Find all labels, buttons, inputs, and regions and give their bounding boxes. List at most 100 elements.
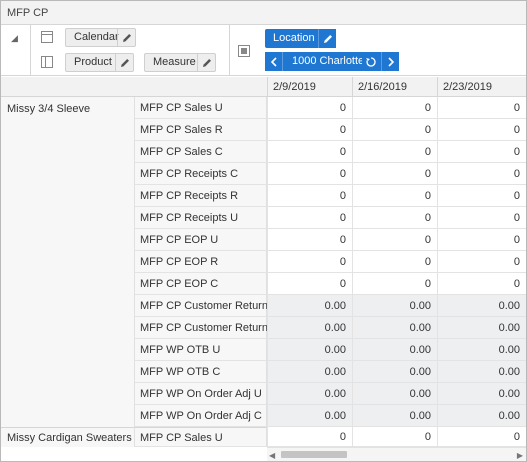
data-cell[interactable]: 0 [267, 229, 352, 251]
scroll-right-icon[interactable]: ▶ [517, 451, 523, 460]
measure-label[interactable]: MFP WP On Order Adj U [135, 383, 267, 405]
data-cell[interactable]: 0 [437, 185, 526, 207]
column-header[interactable]: 2/16/2019 [352, 77, 437, 97]
edit-pencil-icon[interactable] [115, 54, 133, 71]
data-cell[interactable]: 0 [437, 97, 526, 119]
column-header[interactable]: 2/23/2019 [437, 77, 526, 97]
row-group-label[interactable]: Missy 3/4 Sleeve [1, 97, 135, 427]
data-cell[interactable]: 0 [267, 251, 352, 273]
data-cell[interactable]: 0 [352, 251, 437, 273]
data-cell[interactable]: 0.00 [352, 405, 437, 427]
data-cell[interactable]: 0.00 [267, 295, 352, 317]
table-row: MFP CP EOP R 0 0 0 [135, 251, 526, 273]
data-cell[interactable]: 0 [352, 427, 437, 447]
data-cell[interactable]: 0 [267, 207, 352, 229]
collapse-triangle-icon[interactable]: ◢ [11, 33, 18, 44]
data-cell[interactable]: 0.00 [267, 339, 352, 361]
mfp-cp-window: MFP CP ◢ Calendar Product Measure Locati… [0, 0, 527, 462]
data-cell[interactable]: 0 [437, 119, 526, 141]
measure-label[interactable]: MFP CP Customer Returns R [135, 317, 284, 339]
data-cell[interactable]: 0 [267, 273, 352, 295]
reset-icon[interactable] [362, 52, 380, 71]
data-cell[interactable]: 0.00 [437, 361, 526, 383]
data-cell[interactable]: 0 [437, 163, 526, 185]
data-cell[interactable]: 0 [267, 141, 352, 163]
data-cell[interactable]: 0 [267, 427, 352, 447]
title-bar: MFP CP [1, 1, 526, 25]
data-cell[interactable]: 0 [352, 207, 437, 229]
measure-label[interactable]: MFP CP EOP U [135, 229, 267, 251]
measure-label[interactable]: MFP CP EOP C [135, 273, 267, 295]
data-cell[interactable]: 0 [267, 97, 352, 119]
pivot-panel: ◢ Calendar Product Measure Location 1000… [1, 25, 526, 76]
edit-pencil-icon[interactable] [117, 29, 135, 46]
data-cell[interactable]: 0 [437, 141, 526, 163]
data-cell[interactable]: 0 [437, 251, 526, 273]
data-cell[interactable]: 0 [437, 427, 526, 447]
data-cell[interactable]: 0.00 [352, 339, 437, 361]
data-cell[interactable]: 0 [352, 119, 437, 141]
data-cell[interactable]: 0 [267, 163, 352, 185]
data-cell[interactable]: 0.00 [352, 383, 437, 405]
data-cell[interactable]: 0 [352, 141, 437, 163]
data-cell[interactable]: 0.00 [352, 295, 437, 317]
measure-label[interactable]: MFP CP Receipts R [135, 185, 267, 207]
edit-pencil-icon[interactable] [318, 29, 336, 48]
location-value[interactable]: 1000 Charlotte [292, 52, 364, 71]
data-cell[interactable]: 0.00 [267, 405, 352, 427]
row-axis-icon [41, 56, 53, 68]
data-cell[interactable]: 0.00 [267, 383, 352, 405]
data-cell[interactable]: 0 [352, 163, 437, 185]
data-cell[interactable]: 0.00 [437, 405, 526, 427]
measure-label[interactable]: MFP CP Sales C [135, 141, 267, 163]
data-cell[interactable]: 0 [437, 273, 526, 295]
table-row: MFP CP Customer Returns R 0.00 0.00 0.00 [135, 317, 526, 339]
data-cell[interactable]: 0.00 [352, 317, 437, 339]
measure-label[interactable]: MFP CP Sales U [135, 97, 267, 119]
column-header[interactable]: 2/9/2019 [267, 77, 352, 97]
measure-label[interactable]: MFP CP Receipts C [135, 163, 267, 185]
product-tile-label: Product [74, 56, 112, 68]
data-cell[interactable]: 0.00 [437, 317, 526, 339]
data-cell[interactable]: 0 [437, 229, 526, 251]
edit-pencil-icon[interactable] [197, 54, 215, 71]
data-cell[interactable]: 0.00 [437, 339, 526, 361]
data-cell[interactable]: 0.00 [267, 361, 352, 383]
horizontal-scrollbar[interactable]: ◀ ▶ [267, 447, 526, 461]
measure-label[interactable]: MFP CP EOP R [135, 251, 267, 273]
data-cell[interactable]: 0 [352, 185, 437, 207]
product-tile[interactable]: Product [65, 53, 134, 72]
location-selector: 1000 Charlotte [265, 52, 399, 71]
column-axis-icon [238, 45, 250, 57]
table-row: MFP CP EOP C 0 0 0 [135, 273, 526, 295]
scrollbar-thumb[interactable] [281, 451, 347, 458]
data-cell[interactable]: 0.00 [352, 361, 437, 383]
data-cell[interactable]: 0 [267, 185, 352, 207]
measure-label[interactable]: MFP WP OTB C [135, 361, 267, 383]
data-cell[interactable]: 0 [352, 229, 437, 251]
table-row: MFP CP Sales U 0 0 0 [135, 427, 526, 447]
measure-label[interactable]: MFP CP Customer Returns U [135, 295, 284, 317]
row-group-label[interactable]: Missy Cardigan Sweaters [1, 427, 135, 447]
measure-label[interactable]: MFP WP On Order Adj C [135, 405, 267, 427]
scroll-left-icon[interactable]: ◀ [269, 451, 275, 460]
data-cell[interactable]: 0.00 [437, 383, 526, 405]
data-cell[interactable]: 0 [352, 97, 437, 119]
calendar-tile[interactable]: Calendar [65, 28, 136, 47]
measure-label[interactable]: MFP CP Sales R [135, 119, 267, 141]
table-row: MFP WP On Order Adj U 0.00 0.00 0.00 [135, 383, 526, 405]
table-row: MFP CP EOP U 0 0 0 [135, 229, 526, 251]
chevron-left-icon[interactable] [265, 52, 283, 71]
location-tile[interactable]: Location [265, 29, 336, 48]
measure-label[interactable]: MFP CP Sales U [135, 427, 267, 447]
measure-label[interactable]: MFP CP Receipts U [135, 207, 267, 229]
data-cell[interactable]: 0.00 [267, 317, 352, 339]
measure-tile[interactable]: Measure [144, 53, 216, 72]
table-row: MFP CP Receipts U 0 0 0 [135, 207, 526, 229]
chevron-right-icon[interactable] [381, 52, 399, 71]
data-cell[interactable]: 0 [437, 207, 526, 229]
measure-label[interactable]: MFP WP OTB U [135, 339, 267, 361]
data-cell[interactable]: 0 [352, 273, 437, 295]
data-cell[interactable]: 0 [267, 119, 352, 141]
data-cell[interactable]: 0.00 [437, 295, 526, 317]
